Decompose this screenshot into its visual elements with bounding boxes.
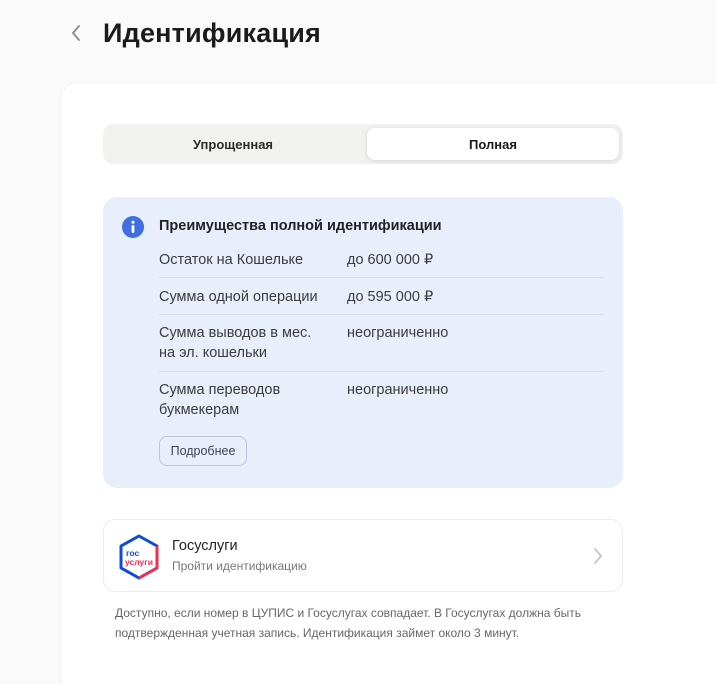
benefit-value: до 595 000 ₽ (347, 289, 434, 305)
gosuslugi-subtitle: Пройти идентификацию (172, 559, 307, 573)
benefits-title: Преимущества полной идентификации (159, 218, 442, 234)
benefits-panel: Преимущества полной идентификации Остато… (103, 197, 623, 488)
page-title: Идентификация (103, 18, 321, 48)
benefit-label: Сумма выводов в мес. на эл. кошельки (159, 325, 312, 361)
divider (159, 371, 604, 372)
divider (159, 314, 604, 315)
benefit-label: Остаток на Кошельке (159, 252, 304, 268)
gosuslugi-logo-text-bottom: услуги (125, 557, 153, 567)
divider (159, 277, 604, 278)
benefit-value: до 600 000 ₽ (347, 252, 434, 268)
benefit-value: неограниченно (347, 325, 449, 341)
tab-simplified[interactable]: Упрощенная (107, 128, 359, 160)
chevron-left-icon (72, 25, 80, 41)
benefit-label: Сумма переводов букмекерам (159, 382, 281, 418)
tab-full[interactable]: Полная (367, 128, 619, 160)
info-icon (122, 216, 144, 238)
gosuslugi-note: Доступно, если номер в ЦУПИС и Госуслуга… (115, 606, 581, 640)
more-details-button[interactable]: Подробнее (159, 436, 247, 466)
benefit-label: Сумма одной операции (159, 289, 318, 305)
gosuslugi-option[interactable]: гос услуги Госуслуги Пройти идентификаци… (103, 519, 623, 592)
header: Идентификация (0, 0, 716, 70)
back-button[interactable] (64, 20, 88, 46)
gosuslugi-title: Госуслуги (172, 538, 238, 554)
benefit-value: неограниченно (347, 382, 449, 398)
chevron-right-icon (594, 548, 602, 564)
gosuslugi-logo-icon: гос услуги (119, 534, 159, 580)
identification-type-switch: Упрощенная Полная (103, 124, 623, 164)
